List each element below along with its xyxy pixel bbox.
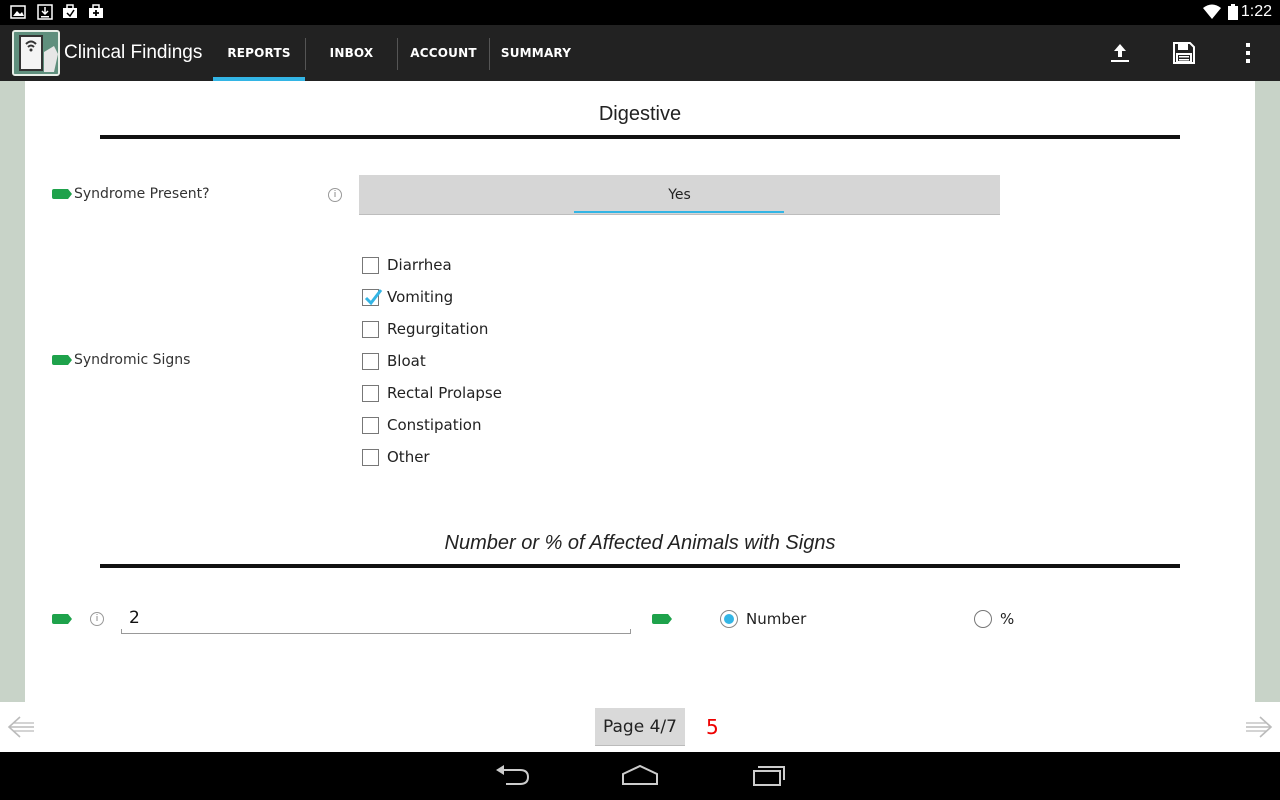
- checkbox-label: Bloat: [387, 352, 426, 370]
- checkbox-rectal-prolapse[interactable]: Rectal Prolapse: [362, 381, 502, 405]
- tag-icon: [52, 614, 72, 624]
- section-divider: [100, 135, 1180, 139]
- download-icon: [37, 4, 53, 20]
- tab-reports[interactable]: REPORTS: [213, 25, 305, 81]
- page-count-badge: 5: [706, 715, 719, 739]
- tag-icon: [52, 189, 72, 199]
- tab-account[interactable]: ACCOUNT: [398, 25, 489, 81]
- tab-summary[interactable]: SUMMARY: [490, 25, 582, 81]
- app-logo-icon[interactable]: [12, 30, 60, 76]
- app-title: Clinical Findings: [64, 42, 203, 63]
- radio-label: %: [1000, 610, 1015, 628]
- section-title: Digestive: [598, 103, 682, 125]
- checkbox-bloat[interactable]: Bloat: [362, 349, 426, 373]
- section-divider: [100, 564, 1180, 568]
- form-content: Digestive Syndrome Present? i Yes Syndro…: [25, 81, 1255, 702]
- upload-button[interactable]: [1100, 35, 1140, 71]
- checkbox-box[interactable]: [362, 384, 379, 402]
- checkbox-box[interactable]: [362, 320, 379, 338]
- syndrome-present-toggle[interactable]: Yes: [359, 175, 1000, 215]
- checkbox-label: Diarrhea: [387, 256, 452, 274]
- checkbox-label: Other: [387, 448, 430, 466]
- tag-icon: [652, 614, 672, 624]
- picture-icon: [10, 5, 26, 19]
- checkbox-label: Regurgitation: [387, 320, 489, 338]
- wifi-icon: [1203, 4, 1221, 19]
- checkbox-vomiting[interactable]: Vomiting: [362, 285, 453, 309]
- overflow-menu-icon: [1246, 43, 1250, 63]
- checkbox-box[interactable]: [362, 416, 379, 434]
- checkbox-box-checked[interactable]: [362, 288, 383, 306]
- checkbox-label: Vomiting: [387, 288, 454, 306]
- syndrome-present-label: Syndrome Present?: [74, 186, 210, 202]
- checkbox-regurgitation[interactable]: Regurgitation: [362, 317, 488, 341]
- action-bar: Clinical Findings REPORTS INBOX ACCOUNT …: [0, 25, 1280, 81]
- checkbox-other[interactable]: Other: [362, 445, 430, 469]
- checkbox-diarrhea[interactable]: Diarrhea: [362, 253, 452, 277]
- radio-number[interactable]: Number: [720, 609, 806, 629]
- system-nav-bar: [0, 752, 1280, 800]
- radio-button[interactable]: [974, 610, 992, 628]
- briefcase-plus-icon: [89, 4, 103, 18]
- next-page-arrow-icon[interactable]: [1244, 714, 1274, 740]
- back-icon[interactable]: [492, 762, 532, 790]
- radio-button-selected[interactable]: [720, 610, 738, 628]
- checkbox-box[interactable]: [362, 448, 379, 466]
- radio-label: Number: [746, 610, 807, 628]
- recent-apps-icon[interactable]: [748, 762, 788, 790]
- checkbox-constipation[interactable]: Constipation: [362, 413, 481, 437]
- tab-inbox[interactable]: INBOX: [306, 25, 397, 81]
- previous-page-arrow-icon[interactable]: [6, 714, 36, 740]
- battery-icon: [1228, 4, 1238, 20]
- overflow-menu-button[interactable]: [1228, 35, 1268, 71]
- affected-section-title: Number or % of Affected Animals with Sig…: [444, 532, 836, 554]
- checkbox-label: Rectal Prolapse: [387, 384, 502, 402]
- status-clock: 1:22: [1240, 3, 1272, 20]
- briefcase-icon: [63, 4, 77, 18]
- affected-count-input[interactable]: 2: [121, 608, 631, 634]
- status-bar: 1:22: [0, 0, 1280, 25]
- info-icon[interactable]: i: [90, 612, 104, 626]
- upload-icon: [1111, 44, 1129, 62]
- radio-percent[interactable]: %: [974, 609, 1014, 629]
- save-icon: [1173, 42, 1195, 64]
- checkbox-box[interactable]: [362, 256, 379, 274]
- tag-icon: [52, 355, 72, 365]
- checkmark-icon: [364, 288, 383, 305]
- save-button[interactable]: [1164, 35, 1204, 71]
- home-icon[interactable]: [620, 762, 660, 790]
- page-indicator-button[interactable]: Page 4/7: [595, 708, 685, 746]
- checkbox-box[interactable]: [362, 352, 379, 370]
- syndromic-signs-label: Syndromic Signs: [74, 352, 191, 368]
- checkbox-label: Constipation: [387, 416, 482, 434]
- paging-bar: Page 4/7 5: [0, 702, 1280, 752]
- info-icon[interactable]: i: [328, 188, 342, 202]
